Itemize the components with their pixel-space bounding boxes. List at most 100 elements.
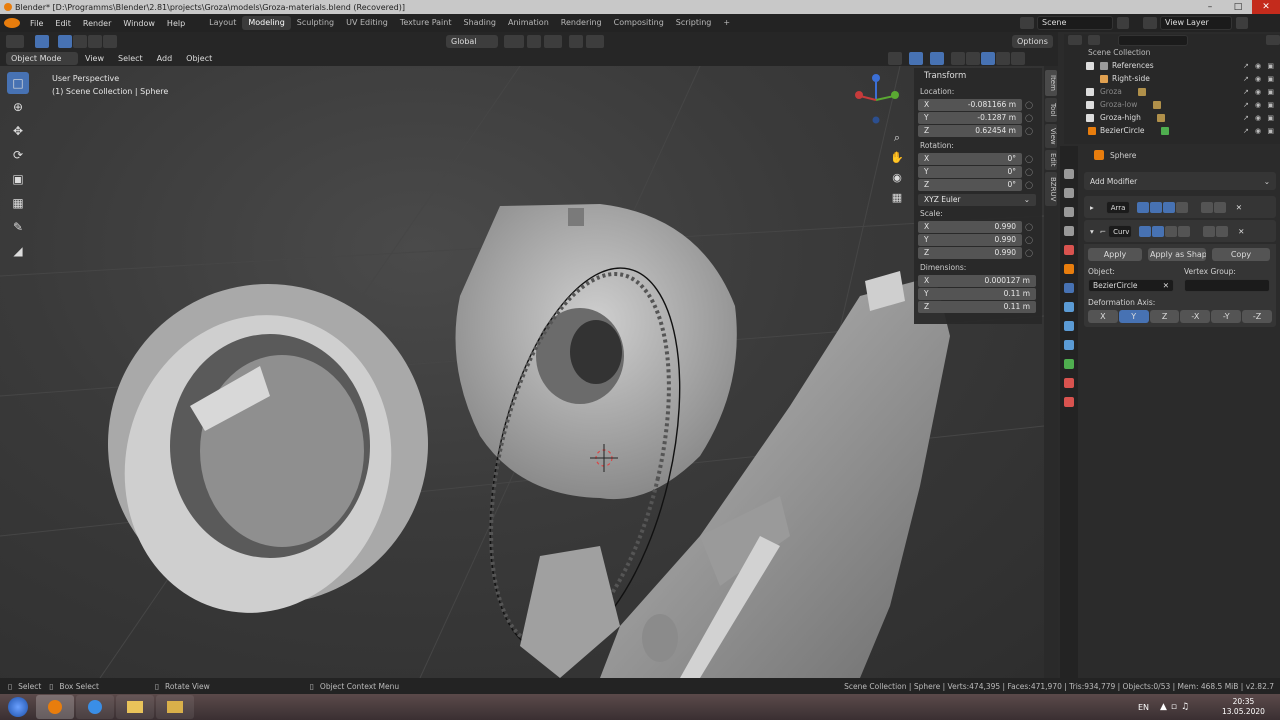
- scene-icon[interactable]: [1020, 17, 1034, 29]
- outliner-item-groza[interactable]: Groza ↗ ◉ ▣: [1064, 85, 1280, 98]
- modifier-name-field[interactable]: Curv: [1108, 224, 1133, 238]
- tab-compositing[interactable]: Compositing: [608, 16, 670, 30]
- texture-props-icon[interactable]: [1064, 397, 1074, 407]
- copy-button[interactable]: Copy: [1212, 248, 1270, 261]
- display-icon[interactable]: [1149, 201, 1162, 213]
- clear-icon[interactable]: ✕: [1163, 280, 1169, 292]
- maximize-button[interactable]: □: [1224, 0, 1252, 14]
- camera-icon[interactable]: [1139, 225, 1152, 237]
- rotation-mode-dropdown[interactable]: XYZ Euler ⌄: [918, 193, 1036, 206]
- checkbox-icon[interactable]: [1086, 113, 1094, 122]
- menu-object[interactable]: Object: [179, 54, 219, 63]
- modifier-name-field[interactable]: Arra: [1105, 200, 1130, 214]
- rotation-x-field[interactable]: X 0°: [918, 152, 1022, 165]
- outliner-item-groza-high[interactable]: Groza-high ↗ ◉ ▣: [1064, 111, 1280, 124]
- menu-select[interactable]: Select: [111, 54, 150, 63]
- axis-neg-x-button[interactable]: -X: [1180, 310, 1211, 323]
- visibility-icons[interactable]: ↗ ◉ ▣: [1243, 101, 1276, 109]
- object-mode-dropdown[interactable]: Object Mode: [6, 51, 78, 65]
- menu-file[interactable]: File: [24, 19, 49, 28]
- tab-scripting[interactable]: Scripting: [670, 16, 718, 30]
- menu-render[interactable]: Render: [77, 19, 117, 28]
- menu-window[interactable]: Window: [117, 19, 161, 28]
- solid-shading-icon[interactable]: [981, 52, 995, 65]
- expand-arrow-icon[interactable]: ▸: [1090, 203, 1094, 212]
- axis-z-button[interactable]: Z: [1149, 310, 1180, 323]
- mode-new-icon[interactable]: [58, 34, 72, 48]
- lock-icon[interactable]: ◯: [1022, 168, 1036, 176]
- outliner-item-beziercircle[interactable]: BezierCircle ↗ ◉ ▣: [1064, 124, 1280, 137]
- rotation-y-field[interactable]: Y 0°: [918, 165, 1022, 178]
- pan-icon[interactable]: ✋: [888, 148, 906, 168]
- wireframe-shading-icon[interactable]: [966, 52, 980, 65]
- scale-x-field[interactable]: X 0.990: [918, 220, 1022, 233]
- move-up-icon[interactable]: [1200, 201, 1213, 213]
- outliner-search-input[interactable]: [1118, 34, 1188, 46]
- tab-layout[interactable]: Layout: [203, 16, 242, 30]
- lock-icon[interactable]: ◯: [1022, 181, 1036, 189]
- rotate-tool[interactable]: ⟳: [7, 144, 29, 166]
- editor-type-icon[interactable]: [6, 34, 24, 48]
- tab-modeling[interactable]: Modeling: [242, 16, 291, 30]
- apply-as-shape-button[interactable]: Apply as Shape...: [1148, 248, 1206, 261]
- tab-uv-editing[interactable]: UV Editing: [340, 16, 394, 30]
- axis-neg-y-button[interactable]: -Y: [1211, 310, 1242, 323]
- dimensions-z-field[interactable]: Z 0.11 m: [918, 300, 1036, 313]
- remove-modifier-icon[interactable]: ✕: [1238, 227, 1244, 236]
- tab-tool[interactable]: Tool: [1045, 98, 1057, 122]
- visibility-icons[interactable]: ↗ ◉ ▣: [1243, 88, 1276, 96]
- language-indicator[interactable]: EN: [1138, 703, 1149, 712]
- mode-extend-icon[interactable]: [73, 34, 87, 48]
- tab-texture-paint[interactable]: Texture Paint: [394, 16, 458, 30]
- navigation-gizmo[interactable]: [852, 72, 902, 126]
- location-y-field[interactable]: Y -0.1287 m: [918, 111, 1022, 124]
- cursor-tool[interactable]: ⊕: [7, 96, 29, 118]
- new-view-layer-icon[interactable]: [1236, 17, 1248, 29]
- lock-icon[interactable]: ◯: [1022, 236, 1036, 244]
- clock[interactable]: 20:35 13.05.2020: [1222, 697, 1265, 717]
- transform-tool[interactable]: ▦: [7, 192, 29, 214]
- modifier-props-icon[interactable]: [1064, 283, 1074, 293]
- checkbox-icon[interactable]: [1086, 87, 1094, 96]
- mode-intersect-icon[interactable]: [103, 34, 117, 48]
- axis-x-button[interactable]: X: [1088, 310, 1118, 323]
- orientation-dropdown[interactable]: Global: [446, 35, 498, 48]
- visibility-icon[interactable]: [888, 52, 902, 65]
- add-modifier-dropdown[interactable]: Add Modifier ⌄: [1084, 172, 1276, 190]
- filter-icon[interactable]: [1266, 35, 1280, 45]
- remove-modifier-icon[interactable]: ✕: [1236, 203, 1242, 212]
- collapse-arrow-icon[interactable]: ▾: [1090, 227, 1094, 236]
- lock-icon[interactable]: ◯: [1022, 101, 1036, 109]
- scale-y-field[interactable]: Y 0.990: [918, 233, 1022, 246]
- menu-view[interactable]: View: [78, 54, 111, 63]
- object-field[interactable]: BezierCircle ✕: [1088, 279, 1174, 292]
- tab-sculpting[interactable]: Sculpting: [291, 16, 340, 30]
- rendered-shading-icon[interactable]: [1011, 52, 1025, 65]
- minimize-button[interactable]: –: [1196, 0, 1224, 14]
- checkbox-icon[interactable]: [1086, 61, 1094, 70]
- view-layer-icon[interactable]: [1143, 17, 1157, 29]
- rotation-z-field[interactable]: Z 0°: [918, 178, 1022, 191]
- tab-view[interactable]: View: [1045, 124, 1057, 148]
- options-dropdown[interactable]: Options: [1012, 35, 1053, 48]
- dimensions-x-field[interactable]: X 0.000127 m: [918, 274, 1036, 287]
- tray-icons[interactable]: ▲▫♫: [1160, 702, 1193, 712]
- lock-icon[interactable]: ◯: [1022, 223, 1036, 231]
- axis-y-button[interactable]: Y: [1118, 310, 1149, 323]
- location-x-field[interactable]: X -0.081166 m: [918, 98, 1022, 111]
- select-tool-icon[interactable]: [35, 34, 49, 48]
- overlay-icon[interactable]: [930, 52, 944, 65]
- display-icon[interactable]: [1152, 225, 1165, 237]
- zoom-icon[interactable]: ⌕: [888, 128, 906, 148]
- outliner-item-right-side[interactable]: Right-side ↗ ◉ ▣: [1064, 72, 1280, 85]
- modifier-curve[interactable]: ▾ ⌐ Curv ✕: [1084, 220, 1276, 242]
- gizmo-icon[interactable]: [909, 52, 923, 65]
- view-layer-props-icon[interactable]: [1064, 226, 1074, 236]
- outliner-item-references[interactable]: References ↗ ◉ ▣: [1064, 59, 1280, 72]
- visibility-icons[interactable]: ↗ ◉ ▣: [1243, 127, 1276, 135]
- visibility-icons[interactable]: ↗ ◉ ▣: [1243, 114, 1276, 122]
- snap-icon[interactable]: [527, 35, 541, 48]
- move-up-icon[interactable]: [1203, 225, 1216, 237]
- lock-icon[interactable]: ◯: [1022, 155, 1036, 163]
- material-props-icon[interactable]: [1064, 378, 1074, 388]
